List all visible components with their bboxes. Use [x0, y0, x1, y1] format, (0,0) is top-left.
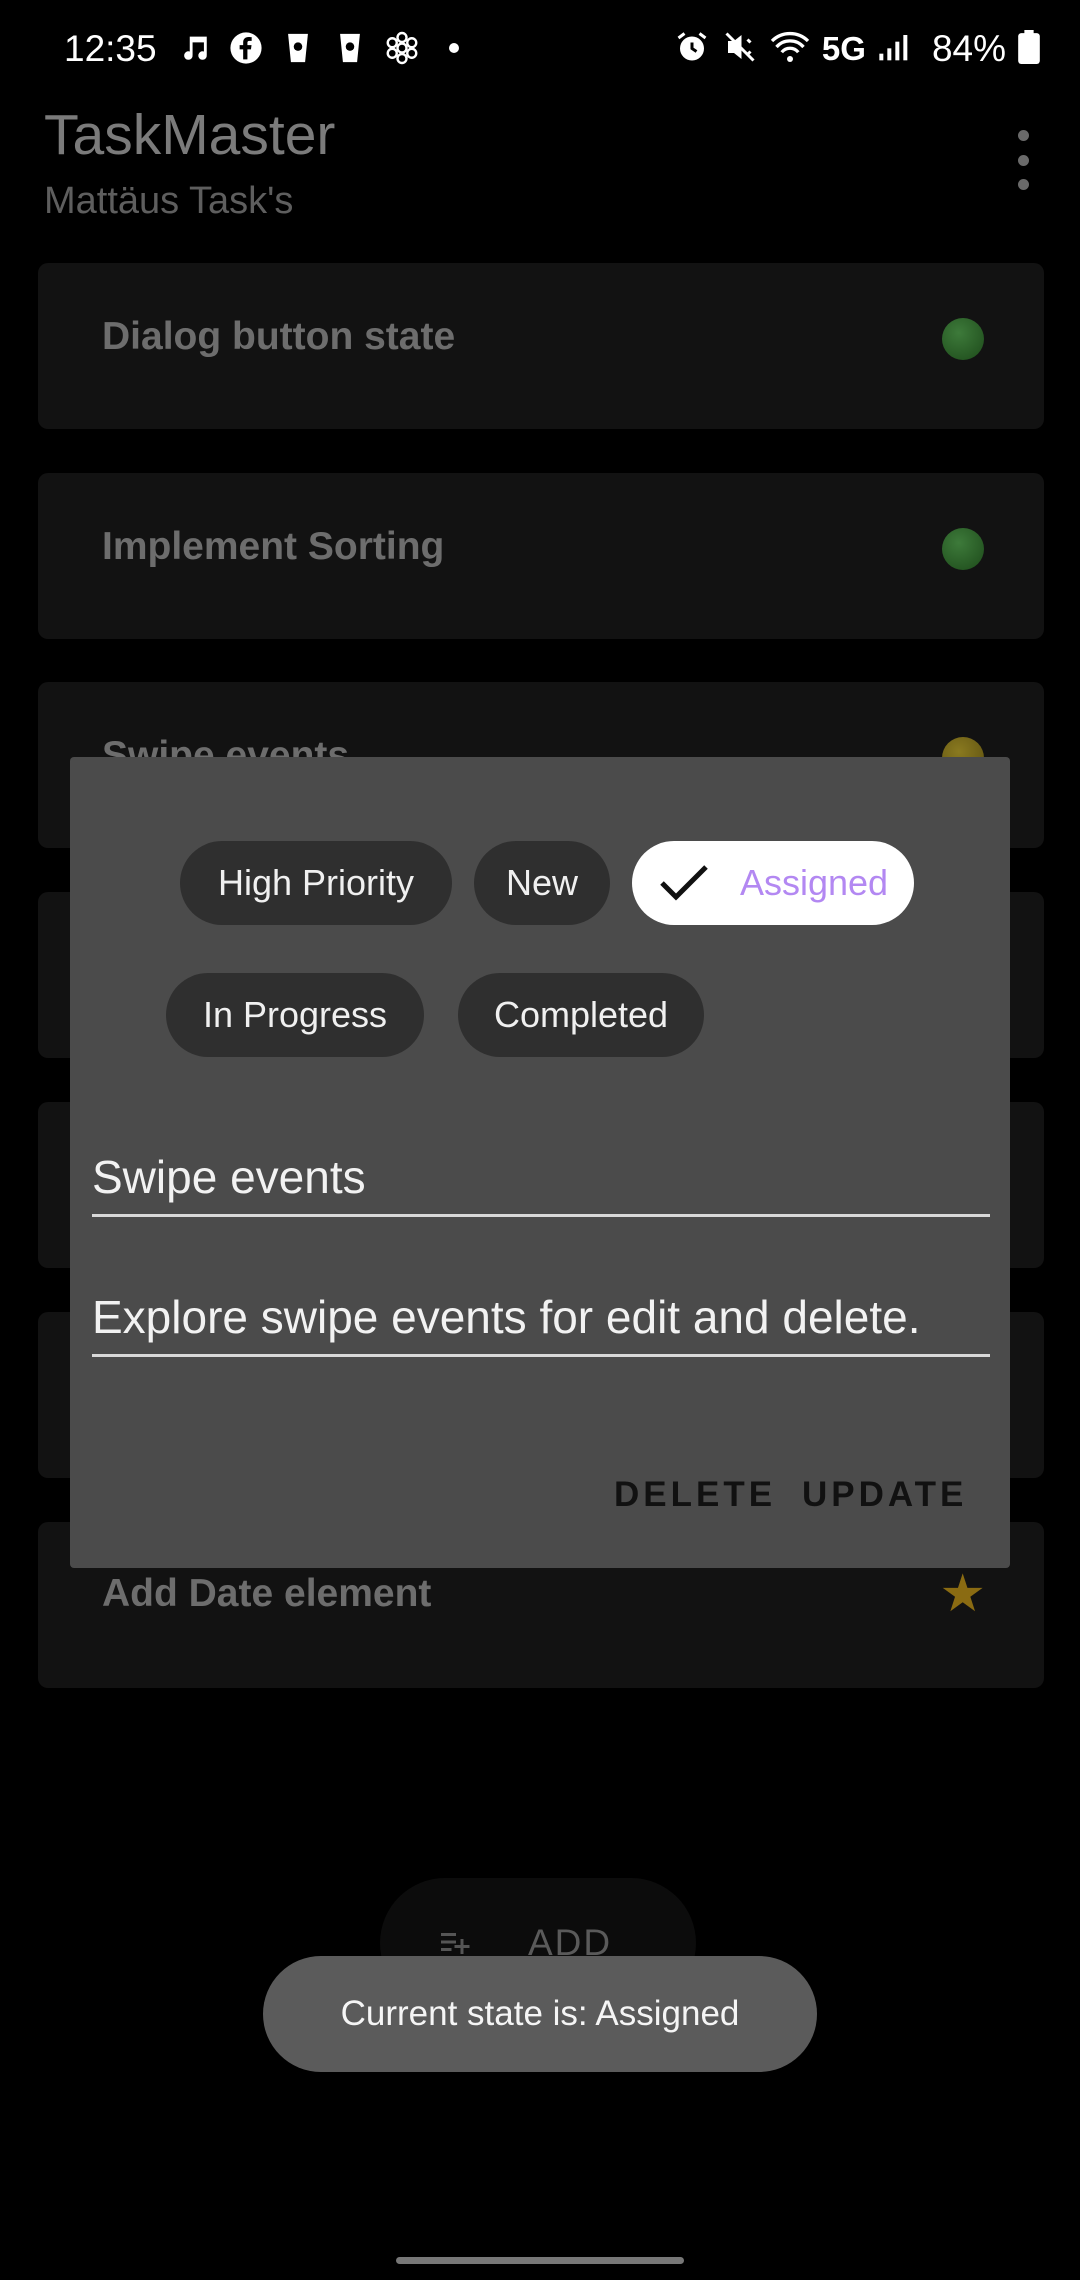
dot-icon: [436, 30, 472, 66]
task-title-underline: [92, 1214, 990, 1217]
task-card[interactable]: Dialog button state: [38, 263, 1044, 429]
wifi-icon: [770, 29, 810, 70]
notification-icons: [176, 30, 472, 66]
task-card[interactable]: Implement Sorting: [38, 473, 1044, 639]
alarm-icon: [674, 29, 710, 70]
chip-completed[interactable]: Completed: [458, 973, 704, 1057]
overflow-menu-icon[interactable]: [1000, 130, 1046, 190]
system-icons: 5G 84%: [674, 28, 1040, 70]
status-indicator-green: [942, 528, 984, 570]
chip-label: Completed: [493, 994, 669, 1035]
task-title: Add Date element: [102, 1572, 432, 1615]
add-list-icon: [438, 1924, 474, 1960]
task-title-field[interactable]: Swipe events: [92, 1150, 366, 1204]
battery-percent: 84%: [931, 28, 1006, 69]
check-icon: [658, 863, 710, 903]
star-icon: ★: [939, 1565, 986, 1623]
chip-label: In Progress: [202, 994, 388, 1035]
toast-text: Current state is: Assigned: [340, 1994, 740, 2033]
facebook-icon: [228, 30, 264, 66]
chip-high-priority[interactable]: High Priority: [180, 841, 452, 925]
status-time: 12:35: [64, 28, 157, 69]
cup-icon: [332, 30, 368, 66]
music-note-icon: [176, 30, 212, 66]
battery-icon: [1018, 29, 1040, 69]
home-indicator[interactable]: [396, 2257, 684, 2264]
task-description-underline: [92, 1354, 990, 1357]
cup-icon: [280, 30, 316, 66]
chip-label: Assigned: [739, 862, 889, 903]
task-title: Dialog button state: [102, 315, 456, 358]
update-button[interactable]: UPDATE: [802, 1475, 967, 1515]
snowflake-icon: [384, 30, 420, 66]
delete-button[interactable]: DELETE: [614, 1475, 776, 1515]
app-title: TaskMaster: [44, 103, 336, 167]
app-subtitle: Mattäus Task's: [44, 180, 294, 222]
status-indicator-green: [942, 318, 984, 360]
status-bar: 12:35 5G 84%: [0, 0, 1080, 100]
signal-icon: [878, 32, 910, 67]
task-title: Implement Sorting: [102, 525, 445, 568]
edit-task-dialog: High Priority New Assigned In Progress C…: [70, 757, 1010, 1568]
toast-message: Current state is: Assigned: [263, 1956, 817, 2072]
chip-in-progress[interactable]: In Progress: [166, 973, 424, 1057]
chip-label: High Priority: [217, 862, 415, 903]
chip-label: New: [505, 862, 579, 903]
task-description-field[interactable]: Explore swipe events for edit and delete…: [92, 1290, 921, 1344]
chip-assigned[interactable]: Assigned: [632, 841, 914, 925]
chip-new[interactable]: New: [474, 841, 610, 925]
vibrate-mute-icon: [722, 29, 758, 70]
network-type: 5G: [821, 30, 866, 67]
